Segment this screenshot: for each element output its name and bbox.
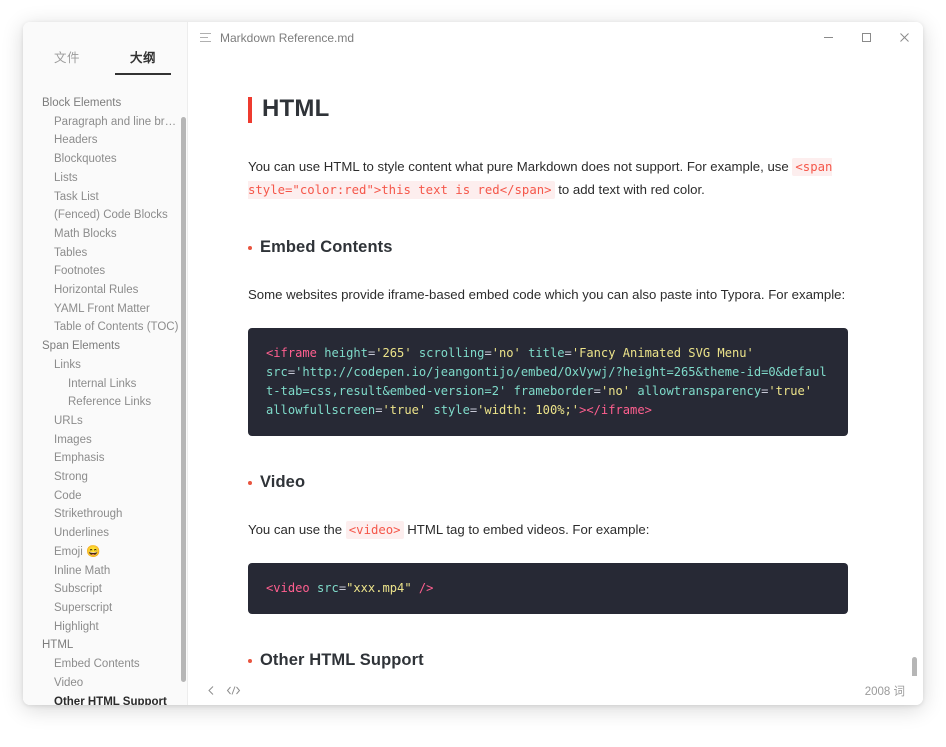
- code-token-attr: style: [433, 402, 470, 417]
- code-token-attr: src: [316, 581, 339, 595]
- intro-text-part1: You can use HTML to style content what p…: [248, 159, 793, 174]
- editor-scroll-area[interactable]: HTML You can use HTML to style content w…: [188, 53, 923, 676]
- code-token-val: 'Fancy Animated SVG Menu': [571, 345, 754, 360]
- outline-item[interactable]: Video: [23, 674, 187, 693]
- sidebar-scrollbar-thumb[interactable]: [181, 117, 186, 682]
- document-body[interactable]: HTML You can use HTML to style content w…: [248, 53, 848, 676]
- outline-item[interactable]: Images: [23, 431, 187, 450]
- outline-item[interactable]: Reference Links: [23, 393, 187, 412]
- intro-text-part2: to add text with red color.: [554, 181, 705, 197]
- tab-files[interactable]: 文件: [29, 47, 105, 75]
- code-token-attr: title: [528, 345, 565, 360]
- outline-item[interactable]: Superscript: [23, 599, 187, 618]
- code-token-attr: allowtransparency: [637, 383, 762, 398]
- chevron-left-icon[interactable]: [200, 680, 222, 702]
- code-brackets-icon[interactable]: [222, 680, 244, 702]
- outline-item[interactable]: Lists: [23, 169, 187, 188]
- page-title: HTML: [248, 95, 848, 123]
- code-token-punc: =: [338, 581, 347, 595]
- embed-paragraph: Some websites provide iframe-based embed…: [248, 287, 846, 302]
- maximize-icon[interactable]: [847, 22, 885, 53]
- outline-item[interactable]: Footnotes: [23, 262, 187, 281]
- word-count[interactable]: 2008 词: [865, 683, 905, 699]
- document-lines-icon: [200, 31, 213, 44]
- code-block-iframe[interactable]: <iframe height='265' scrolling='no' titl…: [248, 327, 848, 436]
- outline-item-active[interactable]: Other HTML Support: [23, 693, 187, 706]
- code-token-attr: src: [266, 364, 288, 379]
- video-paragraph: You can use the <video> HTML tag to embe…: [248, 519, 848, 542]
- code-token-val: 'no': [600, 383, 631, 398]
- code-token-punc: =: [484, 345, 492, 360]
- outline-item[interactable]: Internal Links: [23, 375, 187, 394]
- outline-item[interactable]: Inline Math: [23, 562, 187, 581]
- outline-item[interactable]: URLs: [23, 412, 187, 431]
- outline-item[interactable]: Emphasis: [23, 449, 187, 468]
- outline-item[interactable]: (Fenced) Code Blocks: [23, 206, 187, 225]
- outline-item[interactable]: Headers: [23, 131, 187, 150]
- code-token-val: 'true': [768, 383, 813, 398]
- video-text-part1: You can use the: [248, 521, 346, 537]
- outline-item[interactable]: Embed Contents: [23, 655, 187, 674]
- main-pane: Markdown Reference.md HTML You can use H…: [188, 22, 923, 705]
- window-controls: [809, 22, 923, 53]
- code-token-tag: ></iframe>: [579, 402, 652, 417]
- outline-item[interactable]: Horizontal Rules: [23, 281, 187, 300]
- tab-outline[interactable]: 大纲: [105, 47, 181, 75]
- editor-scrollbar-thumb[interactable]: [912, 657, 917, 676]
- outline-item[interactable]: Highlight: [23, 618, 187, 637]
- code-token-val: 'no': [491, 345, 521, 360]
- outline-item[interactable]: YAML Front Matter: [23, 300, 187, 319]
- code-token-attr: allowfullscreen: [266, 402, 376, 417]
- code-token-tag: />: [418, 581, 434, 595]
- code-token-punc: =: [564, 345, 572, 360]
- outline-item[interactable]: HTML: [23, 636, 187, 655]
- outline-item[interactable]: Subscript: [23, 580, 187, 599]
- code-token-attr: scrolling: [418, 345, 485, 360]
- code-token-val: 'true': [382, 402, 427, 417]
- title-bar: Markdown Reference.md: [188, 22, 923, 53]
- code-token-val: 'width: 100%;': [477, 402, 580, 417]
- outline-item[interactable]: Tables: [23, 244, 187, 263]
- outline-item[interactable]: Paragraph and line breaks: [23, 113, 187, 132]
- heading-embed-contents: Embed Contents: [248, 238, 848, 257]
- outline-item[interactable]: Blockquotes: [23, 150, 187, 169]
- heading-video: Video: [248, 473, 848, 492]
- close-icon[interactable]: [885, 22, 923, 53]
- outline-item[interactable]: Strong: [23, 468, 187, 487]
- heading-other-html-support: Other HTML Support: [248, 651, 848, 670]
- typora-window: 文件 大纲 Block Elements Paragraph and line …: [23, 22, 923, 705]
- outline-item[interactable]: Emoji 😄: [23, 543, 187, 562]
- outline-list[interactable]: Block Elements Paragraph and line breaks…: [23, 75, 187, 705]
- outline-item[interactable]: Table of Contents (TOC): [23, 318, 187, 337]
- code-token-punc: =: [593, 383, 601, 398]
- outline-item[interactable]: Links: [23, 356, 187, 375]
- status-bar: 2008 词: [188, 676, 923, 705]
- document-title: Markdown Reference.md: [220, 30, 355, 45]
- code-token-tag: <iframe: [266, 345, 317, 360]
- sidebar: 文件 大纲 Block Elements Paragraph and line …: [23, 22, 188, 705]
- code-token-attr: height: [324, 345, 368, 360]
- code-token-punc: =: [375, 402, 383, 417]
- outline-item[interactable]: Code: [23, 487, 187, 506]
- code-block-video[interactable]: <video src="xxx.mp4" />: [248, 563, 848, 614]
- outline-item[interactable]: Underlines: [23, 524, 187, 543]
- code-token-tag: <video: [266, 581, 310, 595]
- inline-code-video-tag: <video>: [345, 520, 404, 539]
- code-token-val: '265': [375, 345, 412, 360]
- code-token-attr: frameborder: [513, 383, 594, 398]
- intro-paragraph: You can use HTML to style content what p…: [248, 156, 848, 201]
- outline-item[interactable]: Span Elements: [23, 337, 187, 356]
- sidebar-tab-bar: 文件 大纲: [23, 35, 187, 75]
- outline-item[interactable]: Math Blocks: [23, 225, 187, 244]
- outline-item[interactable]: Task List: [23, 188, 187, 207]
- video-text-part2: HTML tag to embed videos. For example:: [403, 521, 650, 537]
- minimize-icon[interactable]: [809, 22, 847, 53]
- code-token-val: "xxx.mp4": [346, 581, 412, 595]
- outline-item[interactable]: Block Elements: [23, 94, 187, 113]
- outline-item[interactable]: Strikethrough: [23, 505, 187, 524]
